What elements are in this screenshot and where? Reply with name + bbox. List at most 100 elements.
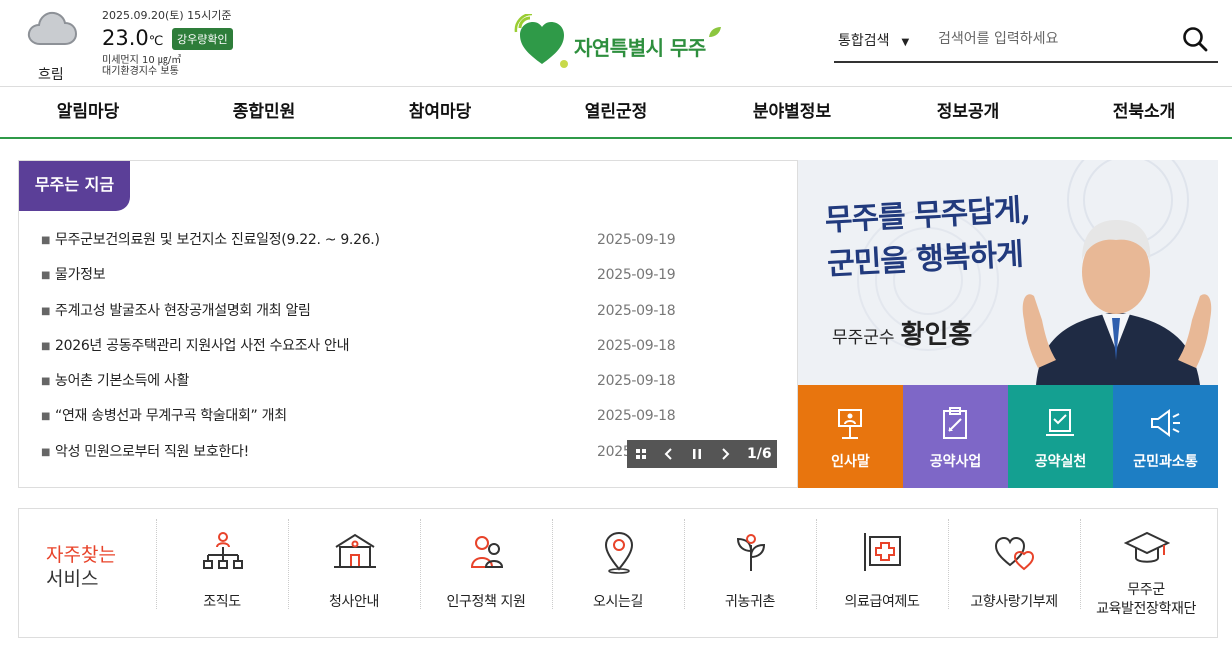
mayor-banner[interactable]: 무주를 무주답게, 군민을 행복하게 무주군수 황인홍 xyxy=(798,160,1218,385)
service-label: 무주군 교육발전장학재단 xyxy=(1080,581,1212,619)
service-population-policy[interactable]: 인구정책 지원 xyxy=(420,519,552,629)
weather-temp: 23.0℃ xyxy=(102,26,163,50)
service-org-chart[interactable]: 조직도 xyxy=(156,519,288,629)
quick-label: 공약사업 xyxy=(929,454,982,470)
bullet-icon: ■ xyxy=(41,340,51,352)
news-item[interactable]: ■ 무주군보건의료원 및 보건지소 진료일정(9.22. ~ 9.26.) 2025… xyxy=(41,223,681,258)
air-quality: 미세먼지 10 ㎍/㎥ 대기환경지수 보통 xyxy=(102,55,181,77)
medical-cross-icon xyxy=(864,533,901,571)
news-panel: 무주는 지금 ■ 무주군보건의료원 및 보건지소 진료일정(9.22. ~ 9.2… xyxy=(18,160,798,488)
news-list: ■ 무주군보건의료원 및 보건지소 진료일정(9.22. ~ 9.26.) 2025… xyxy=(41,223,681,470)
air-index-line: 대기환경지수 보통 xyxy=(102,66,179,77)
cloud-icon xyxy=(27,11,78,45)
nav-item-field-info[interactable]: 분야별정보 xyxy=(704,87,880,137)
sprout-icon xyxy=(736,534,766,571)
news-title: 2026년 공동주택관리 지원사업 사전 수요조사 안내 xyxy=(55,337,350,354)
news-item[interactable]: ■ 물가정보 2025-09-19 xyxy=(41,258,681,293)
service-return-farming[interactable]: 귀농귀촌 xyxy=(684,519,816,629)
rain-check-button[interactable]: 강우량확인 xyxy=(172,28,233,50)
weather-condition: 흐림 xyxy=(38,67,64,83)
nav-item-open-admin[interactable]: 열린군정 xyxy=(528,87,704,137)
news-date: 2025-09-19 xyxy=(597,267,676,284)
pause-icon xyxy=(693,449,701,459)
chevron-right-icon xyxy=(722,448,730,460)
service-label: 오시는길 xyxy=(593,594,643,610)
search-bar: 통합검색 ▼ xyxy=(834,18,1218,63)
service-directions[interactable]: 오시는길 xyxy=(552,519,684,629)
news-date: 2025-09-18 xyxy=(597,302,676,319)
news-title: 주계고성 발굴조사 현장공개설명회 개최 알림 xyxy=(55,302,311,319)
frequent-services: 자주찾는 서비스 조직도 청사안내 인구정책 지원 오시는길 귀농귀촌 의료급여… xyxy=(18,508,1218,638)
grid-view-button[interactable] xyxy=(627,440,655,468)
nav-item-info-disclosure[interactable]: 정보공개 xyxy=(880,87,1056,137)
logo-text: 자연특별시 무주 xyxy=(574,36,706,60)
service-building-guide[interactable]: 청사안내 xyxy=(288,519,420,629)
news-tab[interactable]: 무주는 지금 xyxy=(19,161,130,211)
service-hometown-donation[interactable]: 고향사랑기부제 xyxy=(948,519,1080,629)
quick-label: 공약실천 xyxy=(1034,454,1087,470)
mayor-portrait-image xyxy=(1022,220,1212,385)
site-logo[interactable]: 자연특별시 무주 xyxy=(514,14,724,70)
pause-button[interactable] xyxy=(683,440,711,468)
site-header: 흐림 2025.09.20(토) 15시기준 23.0℃ 강우량확인 미세먼지 … xyxy=(0,0,1232,86)
nav-item-jeonbuk-intro[interactable]: 전북소개 xyxy=(1056,87,1232,137)
bullet-icon: ■ xyxy=(41,446,51,458)
services-title-line-1: 자주찾는 xyxy=(46,544,116,566)
certificate-icon xyxy=(1046,409,1074,436)
megaphone-icon xyxy=(1151,409,1180,437)
news-item[interactable]: ■ “연재 송병선과 무계구곡 학술대회” 개최 2025-09-18 xyxy=(41,399,681,434)
news-title: 농어촌 기본소득에 사활 xyxy=(55,373,190,390)
bullet-icon: ■ xyxy=(41,411,51,423)
service-label: 청사안내 xyxy=(329,594,379,610)
service-medical-aid[interactable]: 의료급여제도 xyxy=(816,519,948,629)
page-indicator: 1/6 xyxy=(747,446,772,462)
services-title-line-2: 서비스 xyxy=(46,568,99,590)
temp-unit: ℃ xyxy=(148,34,164,49)
prev-button[interactable] xyxy=(655,440,683,468)
news-date: 2025-09-19 xyxy=(597,232,676,248)
quick-pledges[interactable]: 공약사업 xyxy=(903,385,1008,488)
next-button[interactable] xyxy=(711,440,739,468)
news-item[interactable]: ■ 주계고성 발굴조사 현장공개설명회 개최 알림 2025-09-18 xyxy=(41,294,681,329)
service-label-line-1: 무주군 xyxy=(1127,582,1165,598)
weather-widget: 흐림 2025.09.20(토) 15시기준 23.0℃ 강우량확인 미세먼지 … xyxy=(24,4,244,84)
quick-greeting[interactable]: 인사말 xyxy=(798,385,903,488)
graduation-cap-icon xyxy=(1124,531,1170,563)
bullet-icon: ■ xyxy=(41,235,51,246)
service-label: 고향사랑기부제 xyxy=(970,594,1058,610)
bullet-icon: ■ xyxy=(41,270,51,282)
main-navigation: 알림마당 종합민원 참여마당 열린군정 분야별정보 정보공개 전북소개 xyxy=(0,86,1232,139)
news-item[interactable]: ■ 농어촌 기본소득에 사활 2025-09-18 xyxy=(41,364,681,399)
news-item[interactable]: ■악성 민원으로부터 직원 보호한다!2025-09-18 xyxy=(41,435,681,470)
quick-label: 군민과소통 xyxy=(1133,454,1198,470)
search-icon xyxy=(1183,27,1208,52)
quick-label: 인사말 xyxy=(831,454,870,470)
service-label-line-2: 교육발전장학재단 xyxy=(1096,601,1196,617)
bullet-icon: ■ xyxy=(41,305,51,317)
weather-date: 2025.09.20(토) 15시기준 xyxy=(102,9,232,22)
nav-item-notice[interactable]: 알림마당 xyxy=(0,87,176,137)
quick-pledge-practice[interactable]: 공약실천 xyxy=(1008,385,1113,488)
search-button[interactable] xyxy=(1180,24,1210,54)
news-title: “연재 송병선과 무계구곡 학술대회” 개최 xyxy=(55,408,287,425)
service-label: 조직도 xyxy=(203,594,241,610)
org-chart-icon xyxy=(203,532,243,569)
service-label: 귀농귀촌 xyxy=(725,594,775,610)
news-date: 2025-09-18 xyxy=(597,337,676,354)
search-scope-label: 통합검색 xyxy=(838,33,890,49)
mayor-name: 무주군수 황인홍 xyxy=(832,314,972,351)
grid-icon xyxy=(636,449,646,459)
news-date: 2025-09-18 xyxy=(597,373,676,390)
fine-dust-line: 미세먼지 10 ㎍/㎥ xyxy=(102,55,182,66)
quick-communication[interactable]: 군민과소통 xyxy=(1113,385,1218,488)
caret-down-icon: ▼ xyxy=(901,37,910,48)
nav-item-participation[interactable]: 참여마당 xyxy=(352,87,528,137)
family-icon xyxy=(470,536,504,568)
building-icon xyxy=(334,533,376,568)
heart-logo-icon xyxy=(514,14,568,68)
news-item[interactable]: ■ 2026년 공동주택관리 지원사업 사전 수요조사 안내 2025-09-18 xyxy=(41,329,681,364)
nav-item-civil-service[interactable]: 종합민원 xyxy=(176,87,352,137)
search-input[interactable] xyxy=(938,24,1158,54)
search-scope-select[interactable]: 통합검색 ▼ xyxy=(838,30,909,50)
service-scholarship-foundation[interactable]: 무주군 교육발전장학재단 xyxy=(1080,519,1212,629)
